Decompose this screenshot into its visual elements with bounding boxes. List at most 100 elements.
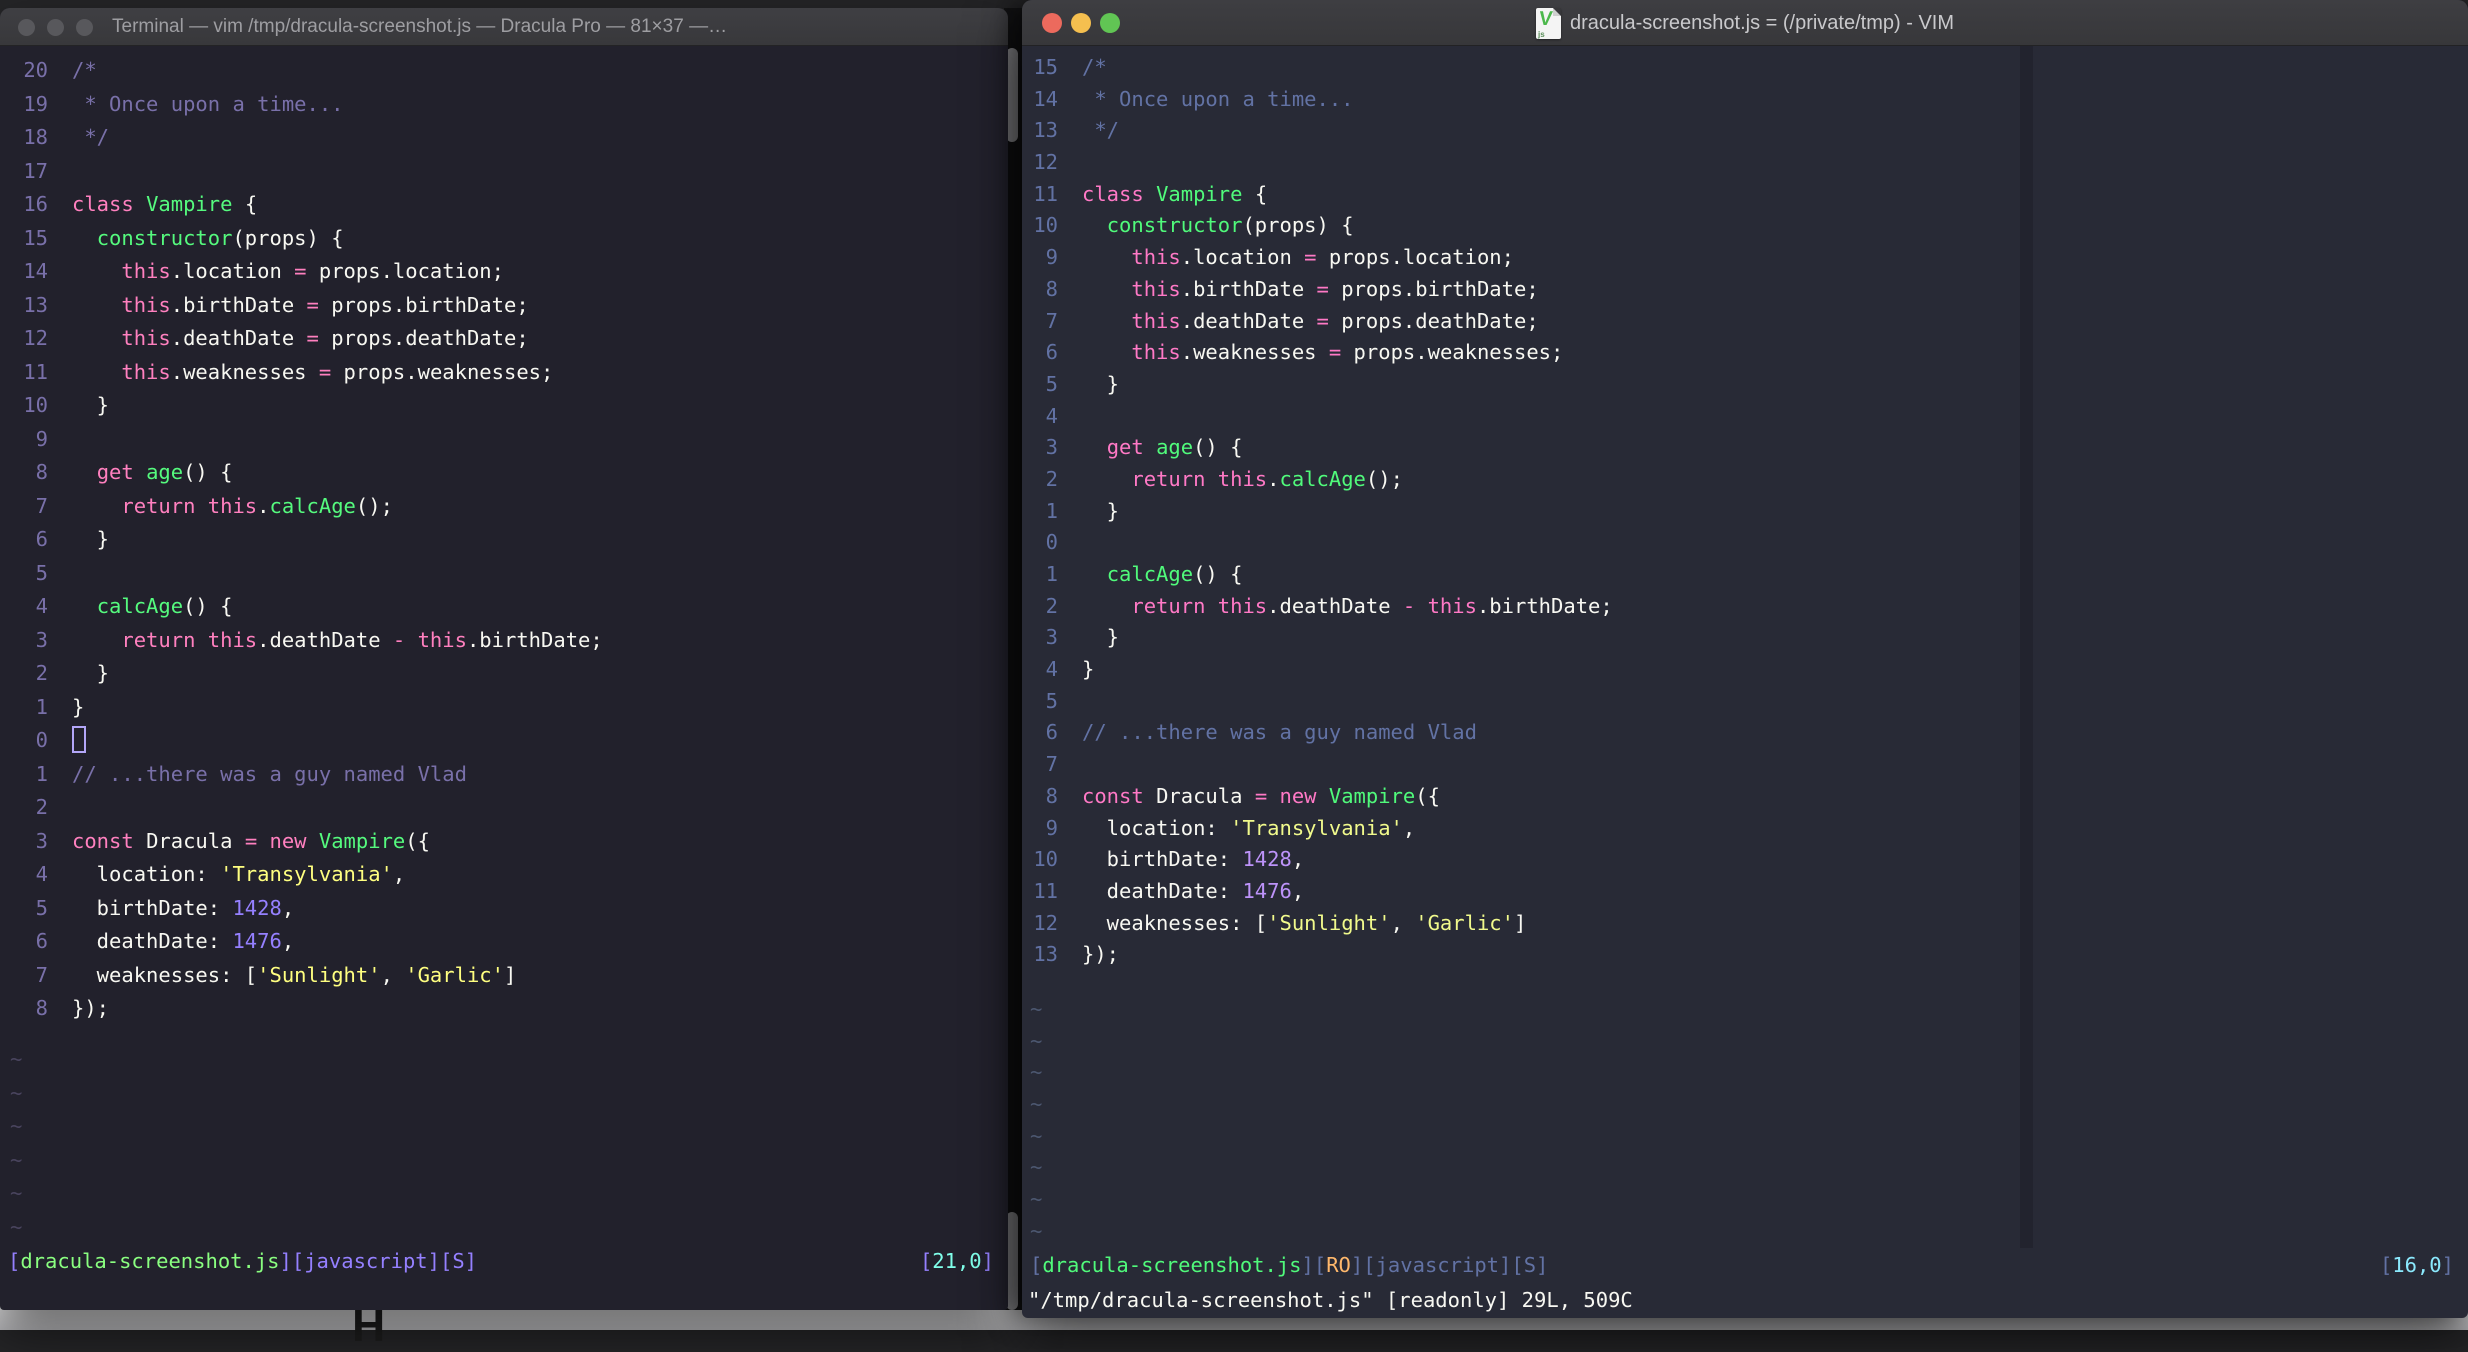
code-token: }	[1082, 657, 1095, 682]
terminal-titlebar[interactable]: Terminal — vim /tmp/dracula-screenshot.j…	[0, 8, 1008, 46]
line-number: 4	[1045, 403, 1058, 428]
code-line[interactable]: 18 */	[0, 121, 1008, 155]
code-line[interactable]: 1 calcAge() {	[1022, 559, 2468, 591]
code-line[interactable]: 6 // ...there was a guy named Vlad	[1022, 717, 2468, 749]
code-line[interactable]: 0	[1022, 527, 2468, 559]
code-text: return this.calcAge();	[48, 494, 393, 518]
code-token: .weaknesses	[170, 359, 319, 384]
code-line[interactable]: 6 deathDate: 1476,	[0, 925, 1008, 959]
code-line[interactable]: 15 /*	[1022, 52, 2468, 84]
line-number: 5	[1045, 371, 1058, 396]
code-line[interactable]: 4}	[1022, 654, 2468, 686]
macvim-titlebar[interactable]: V js dracula-screenshot.js = (/private/t…	[1022, 0, 2468, 46]
code-line[interactable]: 10 constructor(props) {	[1022, 210, 2468, 242]
code-line[interactable]: 1 // ...there was a guy named Vlad	[0, 758, 1008, 792]
code-text: const Dracula = new Vampire({	[48, 829, 430, 853]
code-line[interactable]: 11 deathDate: 1476,	[1022, 876, 2468, 908]
code-line[interactable]: 12 this.deathDate = props.deathDate;	[0, 322, 1008, 356]
code-line[interactable]: 3 return this.deathDate - this.birthDate…	[0, 624, 1008, 658]
close-button[interactable]	[18, 19, 35, 36]
code-token: 'Transylvania'	[1230, 815, 1403, 840]
code-line[interactable]: 14 * Once upon a time...	[1022, 84, 2468, 116]
code-line[interactable]: 17	[0, 155, 1008, 189]
empty-line-tilde: ~	[10, 1214, 23, 1239]
code-line[interactable]: 6 }	[0, 523, 1008, 557]
code-line[interactable]: 10 birthDate: 1428,	[1022, 844, 2468, 876]
code-line[interactable]: 4	[1022, 401, 2468, 433]
code-line[interactable]: 10 }	[0, 389, 1008, 423]
code-token: this	[1131, 340, 1181, 365]
code-text: return this.deathDate - this.birthDate;	[1058, 593, 1613, 618]
code-line[interactable]: 5	[1022, 686, 2468, 718]
code-line[interactable]: 3 const Dracula = new Vampire({	[0, 825, 1008, 859]
code-line[interactable]: 7 weaknesses: ['Sunlight', 'Garlic']	[0, 959, 1008, 993]
code-token: Vampire	[318, 828, 406, 853]
code-line[interactable]: 15 constructor(props) {	[0, 222, 1008, 256]
code-line[interactable]: 5 birthDate: 1428,	[0, 892, 1008, 926]
code-line[interactable]: 6 this.weaknesses = props.weaknesses;	[1022, 337, 2468, 369]
code-line[interactable]: 13 */	[1022, 115, 2468, 147]
code-line[interactable]: 14 this.location = props.location;	[0, 255, 1008, 289]
code-line[interactable]: 12 weaknesses: ['Sunlight', 'Garlic']	[1022, 908, 2468, 940]
code-line[interactable]: 13});	[1022, 939, 2468, 971]
code-token: () {	[1193, 435, 1243, 460]
line-number: 3	[1045, 435, 1058, 460]
code-line[interactable]: 7 return this.calcAge();	[0, 490, 1008, 524]
code-line[interactable]: 2 return this.calcAge();	[1022, 464, 2468, 496]
code-line[interactable]: 4 location: 'Transylvania',	[0, 858, 1008, 892]
code-line[interactable]: 3 }	[1022, 622, 2468, 654]
code-line[interactable]: 20 /*	[0, 54, 1008, 88]
code-line[interactable]: 8 const Dracula = new Vampire({	[1022, 781, 2468, 813]
code-line[interactable]: 9 this.location = props.location;	[1022, 242, 2468, 274]
code-line[interactable]: 4 calcAge() {	[0, 590, 1008, 624]
code-line[interactable]: 11 class Vampire {	[1022, 179, 2468, 211]
code-line[interactable]: 8 get age() {	[0, 456, 1008, 490]
code-line[interactable]: 12	[1022, 147, 2468, 179]
code-line[interactable]: 2 return this.deathDate - this.birthDate…	[1022, 591, 2468, 623]
code-token: class	[72, 192, 147, 216]
code-line[interactable]: 0	[0, 724, 1008, 758]
code-line[interactable]: 2 }	[0, 657, 1008, 691]
vim-buffer[interactable]: 20/* 19 * Once upon a time... 18 */17 16 cla…	[0, 50, 1008, 1026]
code-token: .deathDate	[1267, 593, 1403, 618]
code-line[interactable]: 8});	[0, 992, 1008, 1026]
code-line[interactable]: 5 }	[1022, 369, 2468, 401]
code-token: .birthDate;	[1476, 593, 1613, 618]
code-line[interactable]: 1 }	[1022, 496, 2468, 528]
line-number: 4	[35, 862, 48, 886]
code-line[interactable]: 19 * Once upon a time...	[0, 88, 1008, 122]
code-token: 1476	[1242, 878, 1292, 903]
line-number: 8	[1045, 783, 1058, 808]
code-token: ][	[1499, 1253, 1524, 1277]
code-token: = new	[244, 828, 319, 853]
code-line[interactable]: 9	[0, 423, 1008, 457]
document-icon[interactable]: V js	[1535, 7, 1561, 39]
code-line[interactable]: 13 this.birthDate = props.birthDate;	[0, 289, 1008, 323]
code-line[interactable]: 11 this.weaknesses = props.weaknesses;	[0, 356, 1008, 390]
code-line[interactable]: 8 this.birthDate = props.birthDate;	[1022, 274, 2468, 306]
empty-line-tilde: ~	[1030, 1187, 1043, 1212]
code-token: * Once upon a time...	[1082, 86, 1354, 111]
code-token: .deathDate	[257, 627, 393, 652]
minimize-button[interactable]	[47, 19, 64, 36]
code-token: (props) {	[1242, 213, 1354, 238]
zoom-button[interactable]	[76, 19, 93, 36]
code-token: /*	[1082, 55, 1107, 79]
vim-buffer[interactable]: 15/* 14 * Once upon a time... 13 */12 11 cla…	[1022, 46, 2468, 971]
code-line[interactable]: 1}	[0, 691, 1008, 725]
code-line[interactable]: 5	[0, 557, 1008, 591]
code-line[interactable]: 9 location: 'Transylvania',	[1022, 813, 2468, 845]
code-line[interactable]: 16 class Vampire {	[0, 188, 1008, 222]
code-line[interactable]: 7	[1022, 749, 2468, 781]
code-text: }	[48, 527, 109, 551]
code-line[interactable]: 7 this.deathDate = props.deathDate;	[1022, 306, 2468, 338]
code-line[interactable]: 3 get age() {	[1022, 432, 2468, 464]
code-text: }	[1058, 657, 1094, 681]
code-line[interactable]: 2	[0, 791, 1008, 825]
